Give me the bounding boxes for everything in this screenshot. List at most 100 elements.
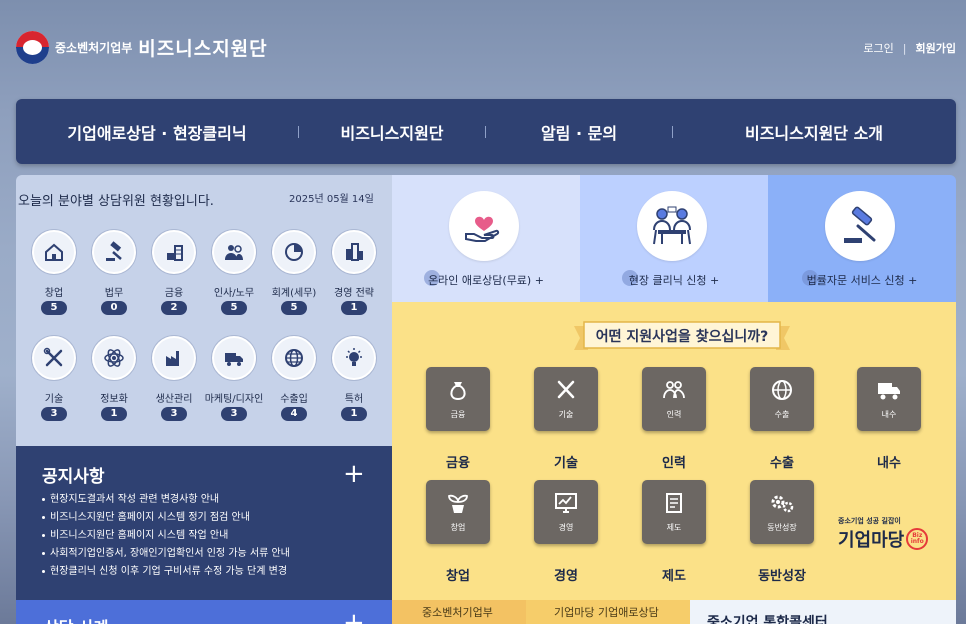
category-count-badge: 5: [281, 301, 307, 315]
notice-item[interactable]: 현장클리닉 신청 이후 기업 구비서류 수정 가능 단계 변경: [42, 563, 290, 581]
bottom-link-madang[interactable]: 기업마당 기업애로상담: [526, 600, 690, 624]
finder-tile-label[interactable]: 제도: [642, 565, 706, 584]
category-item[interactable]: 법무 0: [84, 230, 144, 315]
online-consult-card[interactable]: 온라인 애로상담(무료) +: [392, 175, 580, 302]
tile-caption: 제도: [666, 522, 682, 532]
category-item[interactable]: 경영 전략 1: [324, 230, 384, 315]
nav-item-about[interactable]: 비즈니스지원단 소개: [673, 120, 955, 144]
category-count-badge: 1: [341, 301, 367, 315]
finder-tile-label[interactable]: 수출: [750, 452, 814, 471]
notice-item[interactable]: 비즈니스지원단 홈페이지 시스템 정기 점검 안내: [42, 509, 290, 527]
category-item[interactable]: 마케팅/디자인 3: [204, 336, 264, 421]
site-logo[interactable]: 중소벤처기업부 비즈니스지원단: [16, 30, 268, 64]
tile-caption: 내수: [881, 409, 897, 419]
finder-tile[interactable]: 금융: [426, 367, 490, 431]
notice-title: 공지사항: [42, 467, 105, 487]
gears-icon: [769, 492, 795, 518]
finder-tile[interactable]: 내수: [857, 367, 921, 431]
category-item[interactable]: 인사/노무 5: [204, 230, 264, 315]
category-count-badge: 1: [341, 407, 367, 421]
nav-item-consulting[interactable]: 기업애로상담 · 현장클리닉: [16, 120, 298, 144]
bottom-link-ministry[interactable]: 중소벤처기업부: [392, 600, 526, 624]
category-name: 정보화: [100, 394, 128, 405]
cases-title[interactable]: 상담 사례: [44, 614, 108, 624]
atom-icon: [92, 336, 136, 380]
finder-tile-label[interactable]: 내수: [857, 452, 921, 471]
finder-tile-label[interactable]: 금융: [426, 452, 490, 471]
category-item[interactable]: 창업 5: [24, 230, 84, 315]
finder-tile[interactable]: 기술: [534, 367, 598, 431]
top-links: 로그인 | 회원가입: [863, 40, 956, 56]
login-link[interactable]: 로그인: [863, 40, 893, 56]
madang-logo[interactable]: 기업마당 Biz info: [838, 526, 929, 552]
legal-advice-card[interactable]: 법률자문 서비스 신청 +: [768, 175, 956, 302]
field-clinic-label: 현장 클리닉 신청 +: [628, 274, 720, 287]
sprout-icon: [446, 492, 470, 518]
tile-caption: 금융: [450, 409, 466, 419]
category-count-badge: 3: [221, 407, 247, 421]
finder-tile-label[interactable]: 동반성장: [750, 565, 814, 584]
tools-icon: [32, 336, 76, 380]
globe-icon: [770, 379, 794, 405]
notice-more-button[interactable]: +: [343, 461, 365, 487]
category-item[interactable]: 생산관리 3: [144, 336, 204, 421]
category-name: 인사/노무: [213, 288, 255, 299]
brand-name: 비즈니스지원단: [138, 37, 268, 60]
notice-item[interactable]: 현장지도결과서 작성 관련 변경사항 안내: [42, 491, 290, 509]
finder-tile[interactable]: 경영: [534, 480, 598, 544]
notice-item[interactable]: 사회적기업인증서, 장애인기업확인서 인정 가능 서류 안내: [42, 545, 290, 563]
tile-caption: 기술: [558, 409, 574, 419]
taegeuk-logo-icon: [16, 30, 49, 64]
main-nav: 기업애로상담 · 현장클리닉 비즈니스지원단 알림 · 문의 비즈니스지원단 소…: [16, 99, 956, 164]
tile-caption: 인력: [666, 409, 682, 419]
heart-hand-icon: [449, 191, 519, 261]
meeting-icon: [637, 191, 707, 261]
finder-tile[interactable]: 제도: [642, 480, 706, 544]
category-name: 생산관리: [155, 394, 193, 405]
finder-tile[interactable]: 창업: [426, 480, 490, 544]
tile-caption: 경영: [558, 522, 574, 532]
tile-caption: 동반성장: [767, 522, 797, 532]
finder-tile-label[interactable]: 창업: [426, 565, 490, 584]
category-item[interactable]: 금융 2: [144, 230, 204, 315]
category-count-badge: 4: [281, 407, 307, 421]
tools-icon: [554, 379, 578, 405]
notice-item[interactable]: 비즈니스지원단 홈페이지 시스템 작업 안내: [42, 527, 290, 545]
finder-tile[interactable]: 동반성장: [750, 480, 814, 544]
finder-tile-label[interactable]: 경영: [534, 565, 598, 584]
ministry-name: 중소벤처기업부: [55, 40, 133, 55]
category-name: 수출입: [280, 394, 308, 405]
madang-tagline: 중소기업 성공 길잡이: [838, 517, 901, 525]
house-icon: [32, 230, 76, 274]
category-count-badge: 3: [41, 407, 67, 421]
tile-caption: 수출: [774, 409, 790, 419]
category-count-badge: 0: [101, 301, 127, 315]
status-title: 오늘의 분야별 상담위원 현황입니다.: [18, 194, 214, 209]
online-consult-label: 온라인 애로상담(무료) +: [428, 274, 544, 287]
cases-more-button[interactable]: +: [343, 610, 365, 624]
category-name: 특허: [344, 394, 364, 405]
category-item[interactable]: 회계(세무) 5: [264, 230, 324, 315]
finder-tile[interactable]: 수출: [750, 367, 814, 431]
nav-item-support-team[interactable]: 비즈니스지원단: [299, 120, 485, 144]
category-item[interactable]: 수출입 4: [264, 336, 324, 421]
category-item[interactable]: 정보화 1: [84, 336, 144, 421]
field-clinic-card[interactable]: 현장 클리닉 신청 +: [580, 175, 768, 302]
category-name: 마케팅/디자인: [204, 394, 264, 405]
signup-link[interactable]: 회원가입: [916, 40, 956, 56]
finder-tile-label[interactable]: 기술: [534, 452, 598, 471]
madang-name: 기업마당: [838, 530, 905, 551]
status-date: 2025년 05월 14일: [289, 194, 374, 205]
nav-item-notice[interactable]: 알림 · 문의: [486, 120, 672, 144]
category-name: 회계(세무): [271, 288, 317, 299]
category-item[interactable]: 기술 3: [24, 336, 84, 421]
category-name: 법무: [104, 288, 124, 299]
finder-tile[interactable]: 인력: [642, 367, 706, 431]
callcenter-title: 중소기업 통합콜센터: [707, 615, 828, 624]
category-name: 경영 전략: [334, 288, 374, 299]
pie-chart-icon: [272, 230, 316, 274]
category-item[interactable]: 특허 1: [324, 336, 384, 421]
legal-advice-label: 법률자문 서비스 신청 +: [806, 274, 918, 287]
finder-tile-label[interactable]: 인력: [642, 452, 706, 471]
category-count-badge: 5: [221, 301, 247, 315]
